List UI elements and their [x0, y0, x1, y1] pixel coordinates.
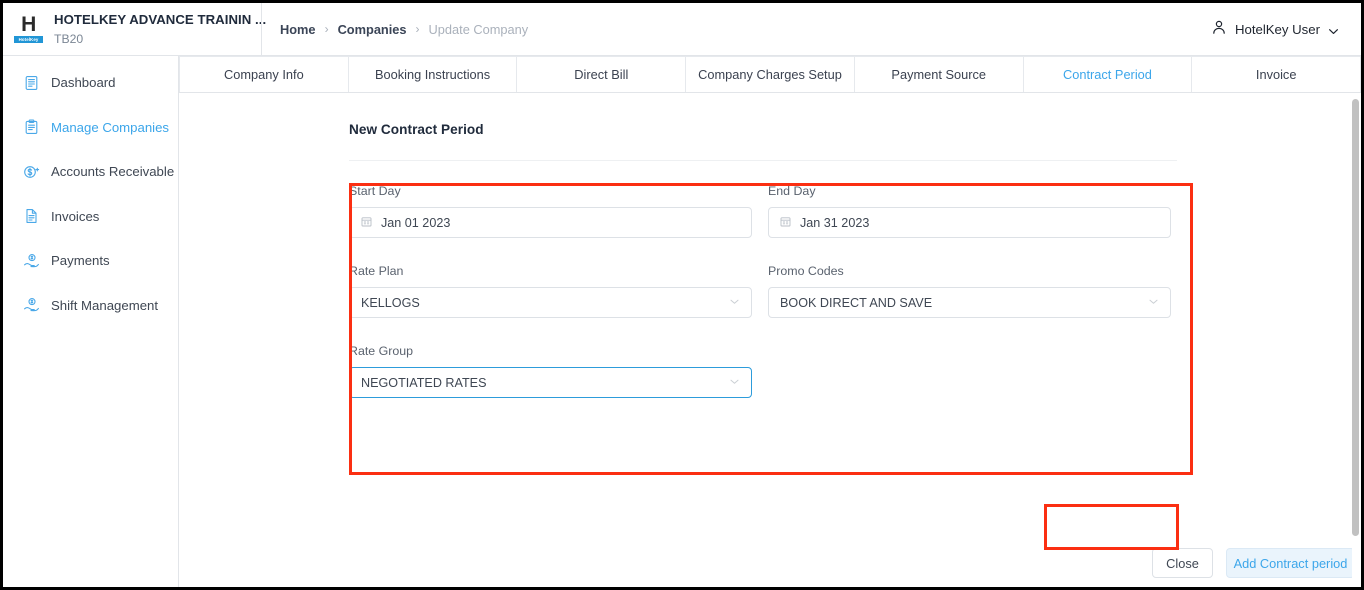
user-menu[interactable]: HotelKey User — [1211, 3, 1339, 56]
contract-period-panel: New Contract Period Start Day — [179, 93, 1361, 590]
calendar-icon — [361, 216, 372, 230]
start-day-value: Jan 01 2023 — [381, 216, 740, 230]
field-label: End Day — [768, 184, 1171, 198]
end-day-input[interactable]: Jan 31 2023 — [768, 207, 1171, 238]
tab-direct-bill[interactable]: Direct Bill — [517, 56, 686, 92]
user-name-label: HotelKey User — [1235, 22, 1320, 37]
field-promo-codes: Promo Codes BOOK DIRECT AND SAVE — [768, 264, 1171, 318]
field-end-day: End Day Jan 31 2023 — [768, 184, 1171, 238]
vertical-scrollbar-thumb[interactable] — [1352, 99, 1359, 536]
sidebar-item-payments[interactable]: Payments — [3, 247, 178, 274]
field-start-day: Start Day Jan 01 2023 — [349, 184, 752, 238]
sidebar-item-label: Dashboard — [51, 75, 116, 90]
hotelkey-logo: H HotelKey — [14, 14, 43, 44]
sidebar-item-label: Payments — [51, 253, 110, 268]
tab-payment-source[interactable]: Payment Source — [855, 56, 1024, 92]
sidebar-item-label: Accounts Receivable — [51, 164, 174, 179]
breadcrumb-item-companies[interactable]: Companies — [338, 22, 407, 37]
rate-plan-value: KELLOGS — [361, 296, 729, 310]
sidebar-item-shift-management[interactable]: Shift Management — [3, 292, 178, 319]
tab-bar: Company Info Booking Instructions Direct… — [179, 56, 1361, 93]
form-actions: Close Add Contract period — [1152, 548, 1355, 578]
row-spacer — [349, 318, 768, 344]
chevron-down-icon — [1328, 24, 1339, 35]
add-contract-period-button[interactable]: Add Contract period — [1226, 548, 1355, 578]
promo-codes-select[interactable]: BOOK DIRECT AND SAVE — [768, 287, 1171, 318]
promo-codes-value: BOOK DIRECT AND SAVE — [780, 296, 1148, 310]
brand-block: H HotelKey HOTELKEY ADVANCE TRAININ ... … — [3, 12, 261, 47]
tab-invoice[interactable]: Invoice — [1192, 56, 1361, 92]
chevron-down-icon — [729, 376, 740, 390]
field-label: Rate Plan — [349, 264, 752, 278]
topbar-divider — [261, 3, 262, 56]
end-day-value: Jan 31 2023 — [800, 216, 1159, 230]
sidebar-item-dashboard[interactable]: Dashboard — [3, 69, 178, 96]
property-name: HOTELKEY ADVANCE TRAININ ... — [54, 12, 266, 28]
tab-booking-instructions[interactable]: Booking Instructions — [349, 56, 518, 92]
rate-group-select[interactable]: NEGOTIATED RATES — [349, 367, 752, 398]
dashboard-icon — [23, 74, 40, 91]
field-rate-group: Rate Group NEGOTIATED RATES — [349, 344, 752, 398]
sidebar: Dashboard Manage Companies Accounts — [3, 56, 179, 590]
sidebar-item-label: Manage Companies — [51, 120, 169, 135]
breadcrumb-item-update-company: Update Company — [429, 22, 529, 37]
field-rate-plan: Rate Plan KELLOGS — [349, 264, 752, 318]
breadcrumb-separator-icon: › — [325, 22, 329, 36]
accounts-receivable-icon — [23, 163, 40, 180]
field-label: Start Day — [349, 184, 752, 198]
logo-letter: H — [21, 14, 36, 35]
breadcrumb-item-home[interactable]: Home — [280, 22, 316, 37]
start-day-input[interactable]: Jan 01 2023 — [349, 207, 752, 238]
contract-form: Start Day Jan 01 2023 — [349, 184, 1177, 398]
row-spacer — [349, 238, 768, 264]
title-divider — [349, 160, 1177, 161]
row-spacer — [768, 318, 1187, 344]
breadcrumb: Home › Companies › Update Company — [280, 22, 528, 37]
sidebar-item-label: Shift Management — [51, 298, 158, 313]
shift-management-icon — [23, 297, 40, 314]
close-button[interactable]: Close — [1152, 548, 1213, 578]
property-block: HOTELKEY ADVANCE TRAININ ... TB20 — [54, 12, 266, 47]
companies-icon — [23, 119, 40, 136]
sidebar-item-manage-companies[interactable]: Manage Companies — [3, 114, 178, 141]
page-title: New Contract Period — [349, 122, 1177, 137]
main-content: Company Info Booking Instructions Direct… — [179, 56, 1361, 590]
chevron-down-icon — [729, 296, 740, 310]
calendar-icon — [780, 216, 791, 230]
logo-wordmark: HotelKey — [14, 36, 43, 43]
chevron-down-icon — [1148, 296, 1159, 310]
app-window: H HotelKey HOTELKEY ADVANCE TRAININ ... … — [0, 0, 1364, 590]
row-spacer — [768, 238, 1187, 264]
field-label: Promo Codes — [768, 264, 1171, 278]
tab-contract-period[interactable]: Contract Period — [1024, 56, 1193, 92]
field-spacer — [768, 344, 1187, 398]
sidebar-item-invoices[interactable]: Invoices — [3, 203, 178, 230]
payments-icon — [23, 252, 40, 269]
rate-plan-select[interactable]: KELLOGS — [349, 287, 752, 318]
top-bar: H HotelKey HOTELKEY ADVANCE TRAININ ... … — [3, 3, 1361, 56]
user-avatar-icon — [1211, 19, 1227, 40]
tab-company-info[interactable]: Company Info — [179, 56, 349, 92]
breadcrumb-separator-icon: › — [416, 22, 420, 36]
field-label: Rate Group — [349, 344, 752, 358]
form-container: New Contract Period Start Day — [349, 122, 1177, 398]
rate-group-value: NEGOTIATED RATES — [361, 376, 729, 390]
tab-company-charges-setup[interactable]: Company Charges Setup — [686, 56, 855, 92]
sidebar-item-label: Invoices — [51, 209, 99, 224]
sidebar-item-accounts-receivable[interactable]: Accounts Receivable — [3, 158, 178, 185]
invoices-icon — [23, 208, 40, 225]
property-code: TB20 — [54, 31, 266, 47]
